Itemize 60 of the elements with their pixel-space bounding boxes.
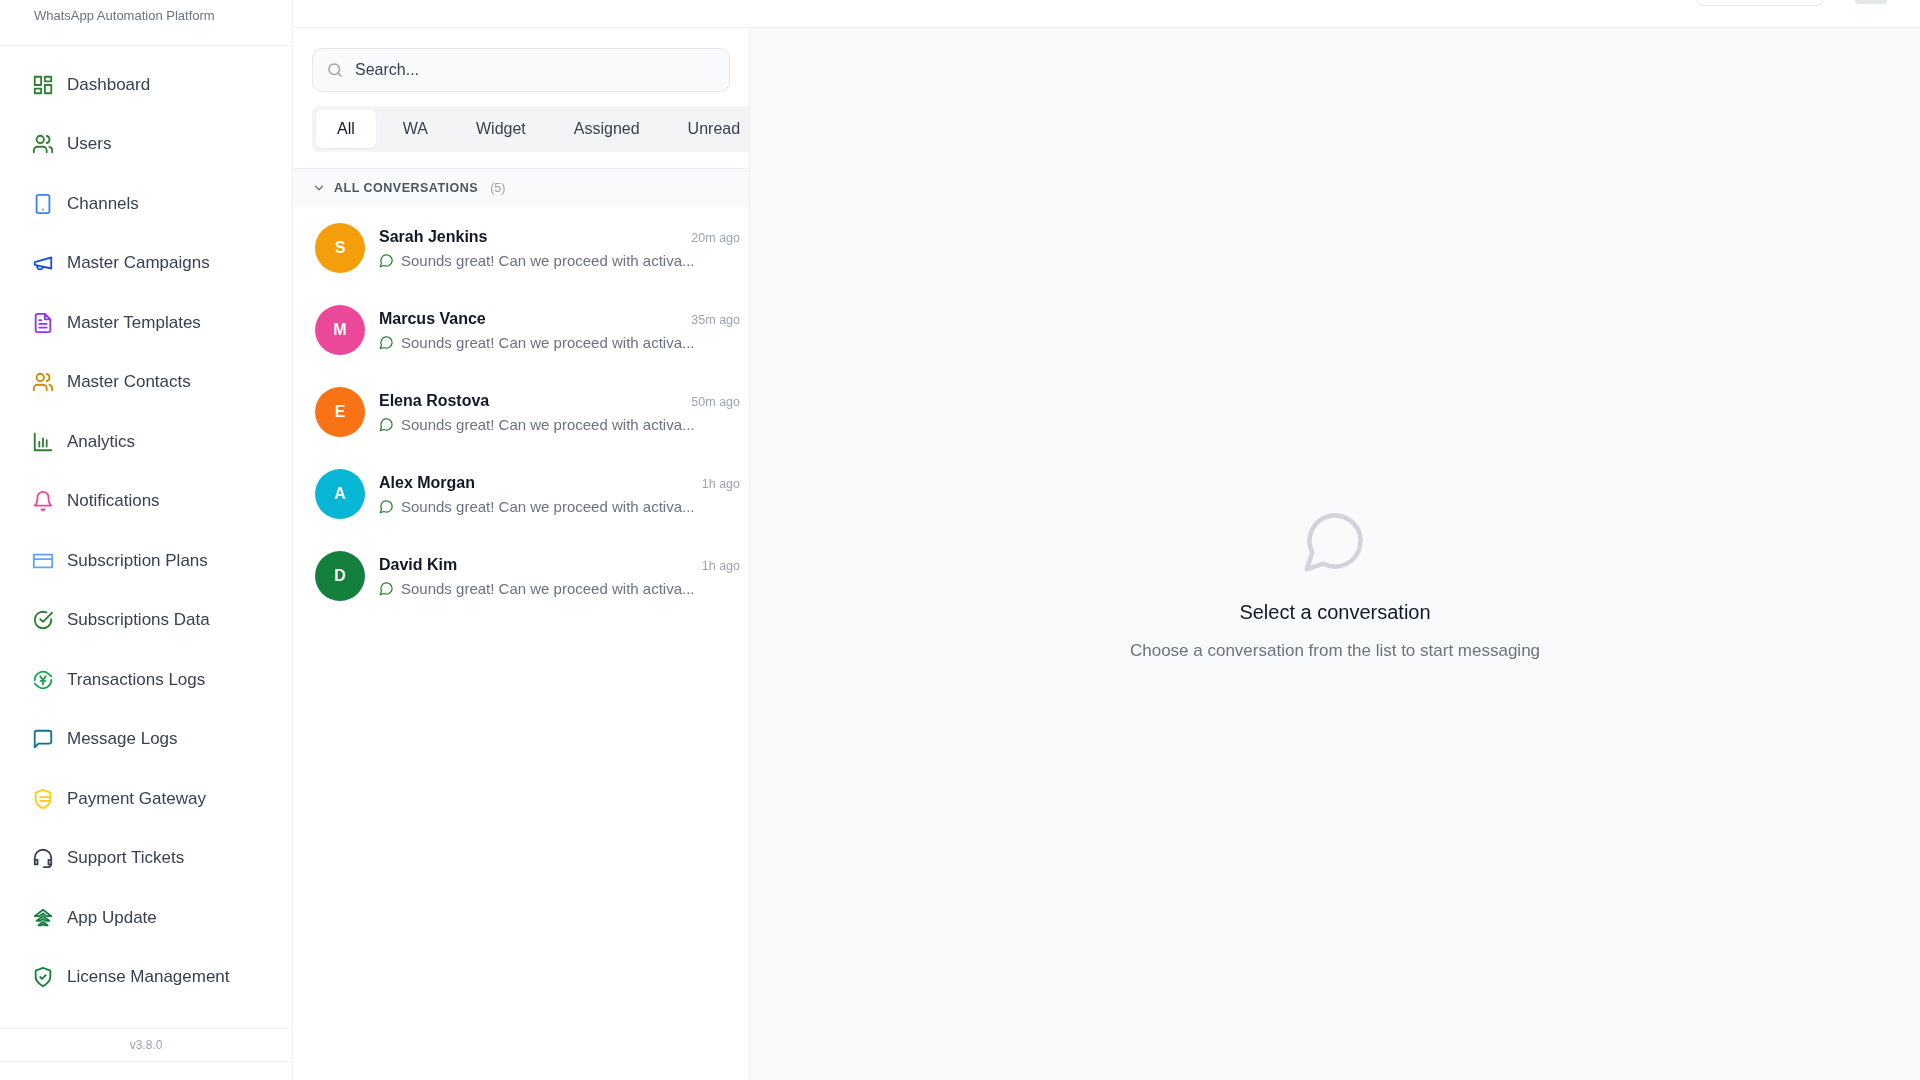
avatar: S	[315, 223, 365, 273]
sidebar-item[interactable]: Transactions Logs	[0, 650, 292, 710]
message-preview: Sounds great! Can we proceed with activa...	[401, 415, 695, 433]
chat-bubble-icon	[379, 252, 394, 268]
sidebar-item[interactable]: Master Campaigns	[0, 233, 292, 293]
avatar: A	[315, 469, 365, 519]
message-preview: Sounds great! Can we proceed with activa...	[401, 497, 695, 515]
message-time: 35m ago	[691, 312, 740, 327]
message-time: 20m ago	[691, 230, 740, 245]
conversation-item[interactable]: D David Kim 1h ago Sounds great! Can we proceed with activa...	[293, 535, 749, 617]
section-title: ALL CONVERSATIONS	[334, 181, 479, 195]
sidebar-item[interactable]: Master Contacts	[0, 352, 292, 412]
sidebar-item[interactable]: Channels	[0, 174, 292, 234]
conversation-item[interactable]: M Marcus Vance 35m ago Sounds great! Can we proceed with activa...	[293, 289, 749, 371]
chat-bubble-icon	[379, 416, 394, 432]
sidebar-item[interactable]: Analytics	[0, 412, 292, 472]
sidebar-item[interactable]: Message Logs	[0, 709, 292, 769]
contact-name: David Kim	[379, 555, 458, 574]
sidebar-item[interactable]: Subscriptions Data	[0, 590, 292, 650]
filter-tab[interactable]: Unread	[666, 110, 749, 148]
filter-tab[interactable]: Assigned	[552, 110, 661, 148]
avatar: D	[315, 551, 365, 601]
chat-bubble-icon	[379, 334, 394, 350]
contact-name: Marcus Vance	[379, 309, 486, 328]
sidebar-item[interactable]: Master Templates	[0, 293, 292, 353]
sidebar-item[interactable]: Notifications	[0, 471, 292, 531]
message-preview: Sounds great! Can we proceed with activa...	[401, 251, 695, 269]
version-label: v3.8.0	[129, 1038, 163, 1052]
search-field[interactable]: Search...	[312, 48, 730, 92]
message-time: 1h ago	[701, 558, 740, 573]
conversation-item[interactable]: E Elena Rostova 50m ago Sounds great! Can we proceed with activa...	[293, 371, 749, 453]
filter-tab[interactable]: Widget	[454, 110, 547, 148]
sidebar-item[interactable]: Subscription Plans	[0, 531, 292, 591]
sidebar-item[interactable]: App Update	[0, 888, 292, 948]
sidebar-item[interactable]: Dashboard	[0, 55, 292, 115]
filter-tab[interactable]: WA	[381, 110, 449, 148]
message-time: 50m ago	[691, 394, 740, 409]
sidebar-item[interactable]: Support Tickets	[0, 828, 292, 888]
message-preview: Sounds great! Can we proceed with activa...	[401, 333, 695, 351]
contact-name: Alex Morgan	[379, 473, 475, 492]
message-preview: Sounds great! Can we proceed with activa...	[401, 579, 695, 597]
sidebar-item[interactable]: Payment Gateway	[0, 769, 292, 829]
section-count: (5)	[490, 181, 506, 195]
avatar: M	[315, 305, 365, 355]
avatar: E	[315, 387, 365, 437]
sidebar-item[interactable]: License Management	[0, 947, 292, 1007]
sidebar-item[interactable]: Users	[0, 114, 292, 174]
section-header[interactable]: ALL CONVERSATIONS (5)	[293, 168, 749, 207]
conversation-item[interactable]: A Alex Morgan 1h ago Sounds great! Can we proceed with activa...	[293, 453, 749, 535]
empty-state-message: Choose a conversation from the list to start messaging	[1129, 641, 1541, 661]
contact-name: Sarah Jenkins	[379, 227, 488, 246]
brand-subtitle: WhatsApp Automation Platform	[0, 0, 292, 46]
chat-bubble-icon	[379, 580, 394, 596]
filter-tab[interactable]: All	[316, 110, 376, 148]
empty-state-title: Select a conversation	[1239, 601, 1431, 624]
contact-name: Elena Rostova	[379, 391, 490, 410]
conversation-item[interactable]: S Sarah Jenkins 20m ago Sounds great! Can we proceed with activa...	[293, 207, 749, 289]
chat-bubble-icon	[379, 498, 394, 514]
message-time: 1h ago	[701, 476, 740, 491]
search-icon	[326, 61, 344, 79]
